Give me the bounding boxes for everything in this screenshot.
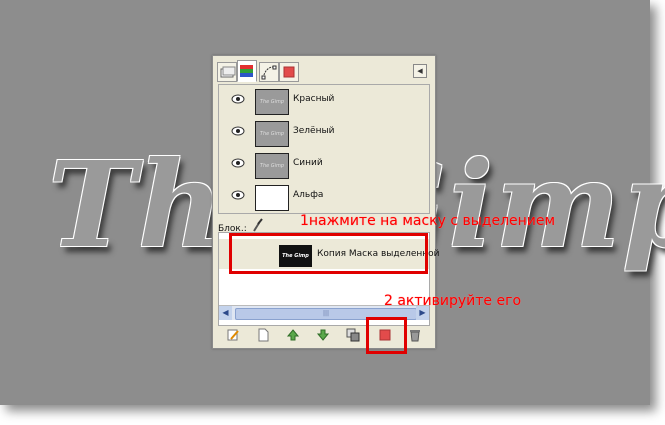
channel-row-green[interactable]: The Gimp Зелёный [219,117,429,149]
duplicate-channel-icon[interactable] [345,328,361,344]
delete-channel-icon[interactable] [407,328,423,344]
raise-channel-icon[interactable] [285,328,301,344]
channel-thumbnail: The Gimp [255,89,289,115]
eye-icon[interactable] [231,158,245,168]
eye-icon[interactable] [231,126,245,136]
dock-tabs: ◀ [217,60,429,82]
lock-brush-icon[interactable] [252,218,264,232]
channel-thumbnail: The Gimp [255,153,289,179]
lower-channel-icon[interactable] [315,328,331,344]
channel-label: Красный [293,94,335,104]
channel-thumbnail [255,185,289,211]
channel-label: Зелёный [293,126,335,136]
eye-icon[interactable] [231,190,245,200]
eye-icon[interactable] [231,94,245,104]
channel-row-alpha[interactable]: Альфа [219,181,429,213]
channel-thumbnail: The Gimp [255,121,289,147]
color-tab-icon[interactable] [279,62,299,82]
tab-menu-arrow-icon[interactable]: ◀ [413,64,427,78]
edit-channel-icon[interactable] [225,328,241,344]
channels-list: The Gimp Красный The Gimp Зелёный The Gi… [218,84,430,214]
layers-tab-icon[interactable] [217,62,237,82]
channel-label: Синий [293,158,323,168]
scroll-left-icon[interactable]: ◀ [219,306,232,320]
annotation-step-2: 2 активируйте его [384,293,522,309]
paths-tab-icon[interactable] [259,62,279,82]
button-highlight-box [366,317,407,354]
channel-label: Альфа [293,190,324,200]
channel-row-blue[interactable]: The Gimp Синий [219,149,429,181]
channels-tab-icon[interactable] [237,60,257,82]
annotation-step-1: 1нажмите на маску с выделением [300,213,556,229]
channel-row-red[interactable]: The Gimp Красный [219,85,429,117]
new-channel-icon[interactable] [255,328,271,344]
mask-highlight-box [229,233,428,274]
